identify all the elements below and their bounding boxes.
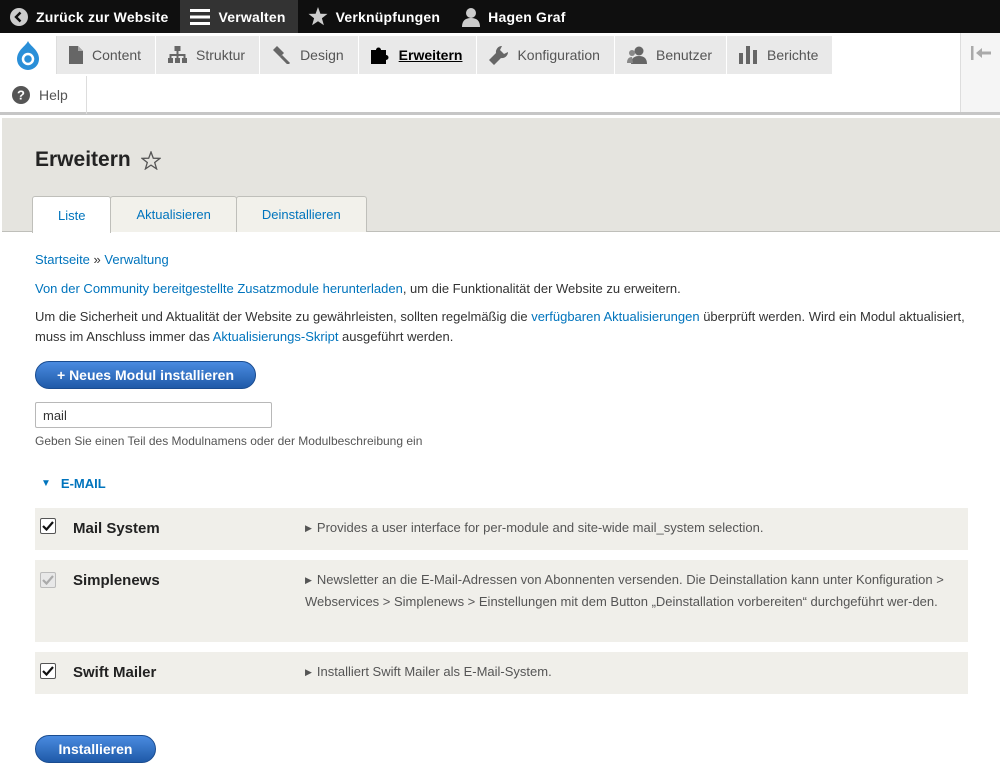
user-tab[interactable]: Hagen Graf (452, 0, 577, 33)
menu-item-label: Konfiguration (517, 47, 600, 63)
menu-item-extend[interactable]: Erweitern (358, 36, 478, 74)
menu-item-help[interactable]: ? Help (0, 76, 87, 114)
menu-item-design[interactable]: Design (260, 36, 359, 74)
install-button[interactable]: Installieren (35, 735, 156, 763)
menu-item-configuration[interactable]: Konfiguration (477, 36, 615, 74)
module-name: Simplenews (73, 572, 160, 589)
user-label: Hagen Graf (488, 8, 566, 25)
page-title-text: Erweitern (35, 148, 131, 171)
module-name: Swift Mailer (73, 664, 157, 681)
manage-tab[interactable]: Verwalten (180, 0, 298, 33)
breadcrumb: Startseite » Verwaltung (35, 252, 169, 267)
admin-toolbar: Zurück zur Website Verwalten Verknüpfung… (0, 0, 1000, 33)
tab-list[interactable]: Liste (32, 196, 112, 233)
filter-description: Geben Sie einen Teil des Modulnamens ode… (35, 434, 423, 448)
module-description-toggle[interactable]: ▶ Installiert Swift Mailer als E-Mail-Sys… (305, 662, 965, 684)
tray-orientation-toggle[interactable] (960, 33, 1000, 112)
breadcrumb-admin[interactable]: Verwaltung (104, 252, 168, 267)
module-description-toggle[interactable]: ▶ Provides a user interface for per-modul… (305, 518, 965, 540)
svg-text:?: ? (17, 88, 25, 103)
menu-item-people[interactable]: Benutzer (614, 36, 728, 74)
module-row-simplenews: Simplenews ▶ Newsletter an die E-Mail-Adr… (35, 560, 968, 642)
email-section-toggle[interactable]: ▼ E-MAIL (41, 476, 106, 491)
wrench-icon (489, 45, 509, 65)
menu-item-structure[interactable]: Struktur (156, 36, 261, 74)
menu-item-label: Erweitern (398, 47, 463, 63)
help-icon: ? (12, 86, 30, 104)
download-modules-link[interactable]: Von der Community bereitgestellte Zusatz… (35, 281, 403, 296)
hamburger-icon (190, 8, 211, 25)
intro-text: , um die Funktionalität der Website zu e… (402, 281, 681, 296)
menu-item-label: Berichte (767, 47, 819, 63)
star-outline-icon[interactable] (140, 150, 161, 170)
intro-paragraph: Von der Community bereitgestellte Zusatz… (35, 279, 970, 299)
module-checkbox[interactable] (40, 663, 56, 679)
checkmark-icon (42, 666, 54, 676)
drupal-logo[interactable] (0, 36, 57, 74)
star-icon (308, 7, 328, 26)
triangle-right-icon: ▶ (305, 523, 312, 533)
help-label: Help (39, 87, 68, 103)
menu-item-label: Content (92, 47, 142, 63)
puzzle-icon (370, 47, 389, 64)
module-description: Newsletter an die E-Mail-Adressen von Ab… (305, 572, 944, 609)
manage-label: Verwalten (218, 8, 286, 25)
tab-uninstall[interactable]: Deinstallieren (235, 196, 367, 232)
security-paragraph: Um die Sicherheit und Aktualität der Web… (35, 307, 970, 347)
module-checkbox (40, 572, 56, 588)
triangle-right-icon: ▶ (305, 575, 312, 585)
drupal-drop-icon (17, 41, 39, 70)
checkmark-icon (42, 521, 54, 531)
sitemap-icon (168, 46, 188, 63)
section-title: E-MAIL (60, 476, 106, 491)
module-description: Installiert Swift Mailer als E-Mail-Syst… (316, 664, 552, 679)
triangle-down-icon: ▼ (41, 478, 51, 489)
menu-item-content[interactable]: Content (57, 36, 157, 74)
page-tabs: Liste Aktualisieren Deinstallieren (32, 196, 367, 233)
module-name: Mail System (73, 520, 160, 537)
file-icon (69, 46, 83, 64)
page-header: Erweitern Liste Aktualisieren Deinstalli… (2, 118, 1000, 233)
collapse-arrow-icon (970, 46, 991, 60)
user-icon (462, 7, 481, 27)
module-row-mail-system: Mail System ▶ Provides a user interface f… (35, 508, 968, 550)
install-new-module-button[interactable]: + Neues Modul installieren (35, 361, 256, 389)
menu-item-label: Design (300, 47, 344, 63)
bar-chart-icon (739, 46, 758, 64)
module-row-swift-mailer: Swift Mailer ▶ Installiert Swift Mailer a… (35, 652, 968, 694)
module-filter-input[interactable] (35, 402, 272, 428)
back-to-site-label: Zurück zur Website (36, 8, 169, 25)
breadcrumb-separator: » (93, 252, 101, 267)
menu-item-reports[interactable]: Berichte (727, 36, 834, 74)
breadcrumb-home[interactable]: Startseite (35, 252, 90, 267)
menu-item-label: Struktur (196, 47, 246, 63)
triangle-right-icon: ▶ (305, 667, 312, 677)
back-arrow-icon (10, 7, 28, 26)
update-script-link[interactable]: Aktualisierungs-Skript (213, 329, 339, 344)
shortcuts-tab[interactable]: Verknüpfungen (298, 0, 453, 33)
paintbrush-icon (273, 46, 291, 64)
people-icon (626, 46, 647, 64)
admin-tray: Content Struktur Design Erweitern Konfig… (0, 33, 1000, 115)
module-description-toggle[interactable]: ▶ Newsletter an die E-Mail-Adressen von A… (305, 570, 965, 612)
available-updates-link[interactable]: verfügbaren Aktualisierungen (531, 309, 699, 324)
shortcuts-label: Verknüpfungen (335, 8, 441, 25)
checkmark-icon (42, 575, 54, 585)
security-text-a: Um die Sicherheit und Aktualität der Web… (35, 309, 532, 324)
module-description: Provides a user interface for per-module… (316, 520, 764, 535)
back-to-site-link[interactable]: Zurück zur Website (0, 0, 180, 33)
tab-update[interactable]: Aktualisieren (110, 196, 237, 232)
page-title: Erweitern (35, 148, 161, 172)
menu-item-label: Benutzer (655, 47, 713, 63)
security-text-c: ausgeführt werden. (338, 329, 454, 344)
module-checkbox[interactable] (40, 518, 56, 534)
